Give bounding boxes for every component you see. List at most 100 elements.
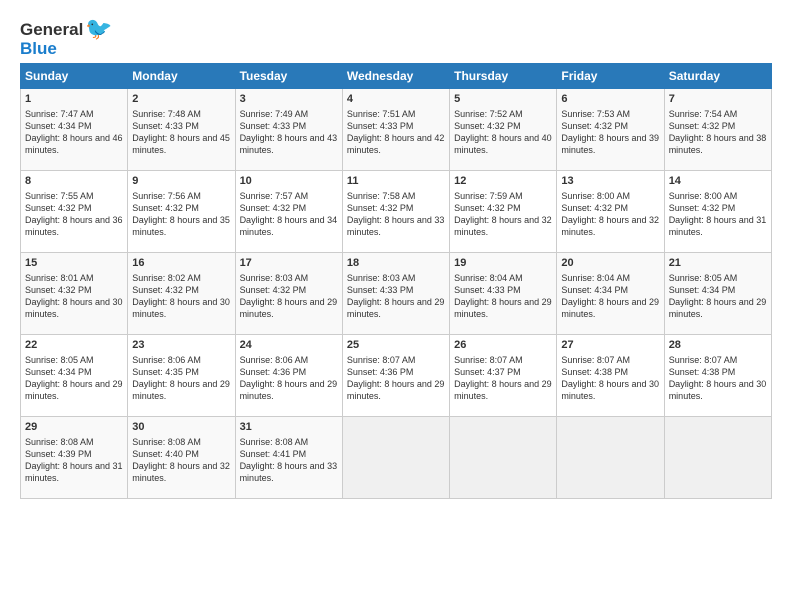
calendar-cell: 8Sunrise: 7:55 AMSunset: 4:32 PMDaylight… <box>21 171 128 253</box>
sunset-time: Sunset: 4:32 PM <box>132 202 230 214</box>
sunrise-time: Sunrise: 7:52 AM <box>454 108 552 120</box>
sunset-time: Sunset: 4:37 PM <box>454 366 552 378</box>
day-number: 18 <box>347 256 445 271</box>
day-number: 14 <box>669 174 767 189</box>
day-number: 10 <box>240 174 338 189</box>
daylight-hours: Daylight: 8 hours and 36 minutes. <box>25 214 123 238</box>
daylight-hours: Daylight: 8 hours and 29 minutes. <box>669 296 767 320</box>
day-number: 22 <box>25 338 123 353</box>
day-number: 7 <box>669 92 767 107</box>
sunset-time: Sunset: 4:32 PM <box>25 202 123 214</box>
sunrise-time: Sunrise: 7:48 AM <box>132 108 230 120</box>
daylight-hours: Daylight: 8 hours and 29 minutes. <box>454 296 552 320</box>
sunrise-time: Sunrise: 8:02 AM <box>132 272 230 284</box>
sunrise-time: Sunrise: 8:05 AM <box>669 272 767 284</box>
sunrise-time: Sunrise: 8:00 AM <box>561 190 659 202</box>
sunrise-time: Sunrise: 7:56 AM <box>132 190 230 202</box>
daylight-hours: Daylight: 8 hours and 46 minutes. <box>25 132 123 156</box>
page: General 🐦 Blue SundayMondayTuesdayWednes… <box>0 0 792 612</box>
daylight-hours: Daylight: 8 hours and 43 minutes. <box>240 132 338 156</box>
day-number: 8 <box>25 174 123 189</box>
sunset-time: Sunset: 4:40 PM <box>132 448 230 460</box>
sunrise-time: Sunrise: 8:03 AM <box>240 272 338 284</box>
day-number: 25 <box>347 338 445 353</box>
sunrise-time: Sunrise: 8:08 AM <box>25 436 123 448</box>
sunrise-time: Sunrise: 8:00 AM <box>669 190 767 202</box>
calendar-cell: 12Sunrise: 7:59 AMSunset: 4:32 PMDayligh… <box>450 171 557 253</box>
calendar-week-2: 8Sunrise: 7:55 AMSunset: 4:32 PMDaylight… <box>21 171 772 253</box>
day-number: 6 <box>561 92 659 107</box>
calendar-cell: 22Sunrise: 8:05 AMSunset: 4:34 PMDayligh… <box>21 335 128 417</box>
sunrise-time: Sunrise: 8:07 AM <box>561 354 659 366</box>
daylight-hours: Daylight: 8 hours and 32 minutes. <box>454 214 552 238</box>
daylight-hours: Daylight: 8 hours and 30 minutes. <box>25 296 123 320</box>
calendar-cell: 20Sunrise: 8:04 AMSunset: 4:34 PMDayligh… <box>557 253 664 335</box>
daylight-hours: Daylight: 8 hours and 45 minutes. <box>132 132 230 156</box>
logo-blue: Blue <box>20 40 57 57</box>
sunset-time: Sunset: 4:32 PM <box>25 284 123 296</box>
daylight-hours: Daylight: 8 hours and 38 minutes. <box>669 132 767 156</box>
day-number: 2 <box>132 92 230 107</box>
weekday-header-thursday: Thursday <box>450 64 557 89</box>
calendar-cell: 15Sunrise: 8:01 AMSunset: 4:32 PMDayligh… <box>21 253 128 335</box>
day-number: 17 <box>240 256 338 271</box>
sunrise-time: Sunrise: 8:06 AM <box>132 354 230 366</box>
sunrise-time: Sunrise: 8:04 AM <box>454 272 552 284</box>
sunset-time: Sunset: 4:36 PM <box>347 366 445 378</box>
sunset-time: Sunset: 4:32 PM <box>561 120 659 132</box>
sunset-time: Sunset: 4:33 PM <box>454 284 552 296</box>
weekday-header-saturday: Saturday <box>664 64 771 89</box>
daylight-hours: Daylight: 8 hours and 29 minutes. <box>25 378 123 402</box>
day-number: 24 <box>240 338 338 353</box>
sunset-time: Sunset: 4:34 PM <box>25 120 123 132</box>
day-number: 15 <box>25 256 123 271</box>
calendar-cell: 24Sunrise: 8:06 AMSunset: 4:36 PMDayligh… <box>235 335 342 417</box>
sunrise-time: Sunrise: 8:04 AM <box>561 272 659 284</box>
day-number: 16 <box>132 256 230 271</box>
sunrise-time: Sunrise: 8:07 AM <box>669 354 767 366</box>
calendar-cell: 5Sunrise: 7:52 AMSunset: 4:32 PMDaylight… <box>450 89 557 171</box>
day-number: 3 <box>240 92 338 107</box>
calendar-cell <box>557 417 664 499</box>
calendar-cell: 21Sunrise: 8:05 AMSunset: 4:34 PMDayligh… <box>664 253 771 335</box>
calendar-cell <box>342 417 449 499</box>
calendar-cell: 25Sunrise: 8:07 AMSunset: 4:36 PMDayligh… <box>342 335 449 417</box>
day-number: 27 <box>561 338 659 353</box>
daylight-hours: Daylight: 8 hours and 34 minutes. <box>240 214 338 238</box>
sunrise-time: Sunrise: 7:54 AM <box>669 108 767 120</box>
sunrise-time: Sunrise: 7:49 AM <box>240 108 338 120</box>
calendar-week-4: 22Sunrise: 8:05 AMSunset: 4:34 PMDayligh… <box>21 335 772 417</box>
sunset-time: Sunset: 4:32 PM <box>669 202 767 214</box>
day-number: 1 <box>25 92 123 107</box>
day-number: 19 <box>454 256 552 271</box>
daylight-hours: Daylight: 8 hours and 42 minutes. <box>347 132 445 156</box>
weekday-header-wednesday: Wednesday <box>342 64 449 89</box>
sunset-time: Sunset: 4:33 PM <box>347 120 445 132</box>
sunrise-time: Sunrise: 7:58 AM <box>347 190 445 202</box>
calendar-cell: 16Sunrise: 8:02 AMSunset: 4:32 PMDayligh… <box>128 253 235 335</box>
sunset-time: Sunset: 4:34 PM <box>561 284 659 296</box>
sunset-time: Sunset: 4:32 PM <box>454 202 552 214</box>
daylight-hours: Daylight: 8 hours and 29 minutes. <box>561 296 659 320</box>
sunrise-time: Sunrise: 7:53 AM <box>561 108 659 120</box>
daylight-hours: Daylight: 8 hours and 32 minutes. <box>561 214 659 238</box>
calendar-cell: 9Sunrise: 7:56 AMSunset: 4:32 PMDaylight… <box>128 171 235 253</box>
calendar-cell <box>664 417 771 499</box>
day-number: 13 <box>561 174 659 189</box>
calendar-cell: 10Sunrise: 7:57 AMSunset: 4:32 PMDayligh… <box>235 171 342 253</box>
sunset-time: Sunset: 4:34 PM <box>669 284 767 296</box>
daylight-hours: Daylight: 8 hours and 29 minutes. <box>240 296 338 320</box>
calendar-cell: 6Sunrise: 7:53 AMSunset: 4:32 PMDaylight… <box>557 89 664 171</box>
daylight-hours: Daylight: 8 hours and 33 minutes. <box>347 214 445 238</box>
sunrise-time: Sunrise: 7:47 AM <box>25 108 123 120</box>
weekday-header-sunday: Sunday <box>21 64 128 89</box>
day-number: 11 <box>347 174 445 189</box>
day-number: 28 <box>669 338 767 353</box>
sunset-time: Sunset: 4:33 PM <box>240 120 338 132</box>
sunset-time: Sunset: 4:32 PM <box>454 120 552 132</box>
sunset-time: Sunset: 4:36 PM <box>240 366 338 378</box>
daylight-hours: Daylight: 8 hours and 30 minutes. <box>561 378 659 402</box>
day-number: 4 <box>347 92 445 107</box>
sunrise-time: Sunrise: 7:59 AM <box>454 190 552 202</box>
calendar-cell: 19Sunrise: 8:04 AMSunset: 4:33 PMDayligh… <box>450 253 557 335</box>
